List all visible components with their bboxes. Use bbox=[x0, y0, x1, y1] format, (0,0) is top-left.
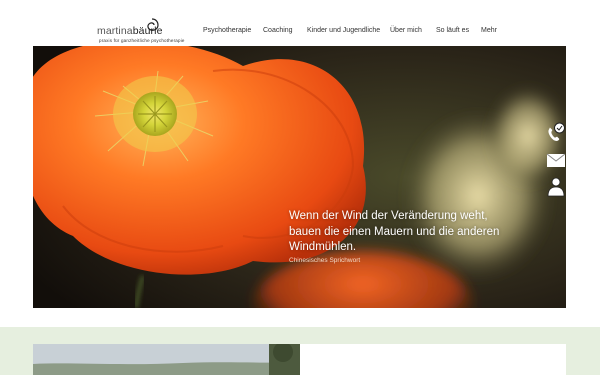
hero-quote-source: Chinesisches Sprichwort bbox=[289, 257, 361, 264]
hero-quote-line-2: bauen die einen Mauern und die anderen bbox=[289, 225, 500, 238]
logo-wordmark: martinabäurle bbox=[97, 25, 163, 37]
section-content-card bbox=[300, 344, 566, 375]
logo[interactable]: martinabäurle praxis für ganzheitliche p… bbox=[97, 15, 212, 47]
phone-icon[interactable] bbox=[545, 122, 567, 144]
hero-quote-line-1: Wenn der Wind der Veränderung weht, bbox=[289, 210, 488, 222]
person-icon[interactable] bbox=[545, 175, 567, 197]
hero-banner: Wenn der Wind der Veränderung weht, baue… bbox=[33, 46, 566, 308]
hero-quote-line-3: Windmühlen. bbox=[289, 241, 357, 254]
nav-item-psychotherapie[interactable]: Psychotherapie bbox=[203, 27, 251, 34]
hero-poppy-image bbox=[33, 46, 566, 308]
nav-item-coaching[interactable]: Coaching bbox=[263, 27, 293, 34]
nav-item-mehr[interactable]: Mehr bbox=[481, 27, 497, 34]
nav-item-ueber-mich[interactable]: Über mich bbox=[390, 27, 422, 34]
logo-tagline: praxis für ganzheitliche psychotherapie bbox=[99, 38, 185, 43]
section-photo bbox=[33, 344, 300, 375]
hero-quote: Wenn der Wind der Veränderung weht, baue… bbox=[289, 209, 549, 256]
nav-item-kinder-jugendliche[interactable]: Kinder und Jugendliche bbox=[307, 27, 380, 34]
site-header: martinabäurle praxis für ganzheitliche p… bbox=[0, 0, 600, 46]
mail-icon[interactable] bbox=[545, 149, 567, 171]
nav-item-so-laeuft-es[interactable]: So läuft es bbox=[436, 27, 469, 34]
